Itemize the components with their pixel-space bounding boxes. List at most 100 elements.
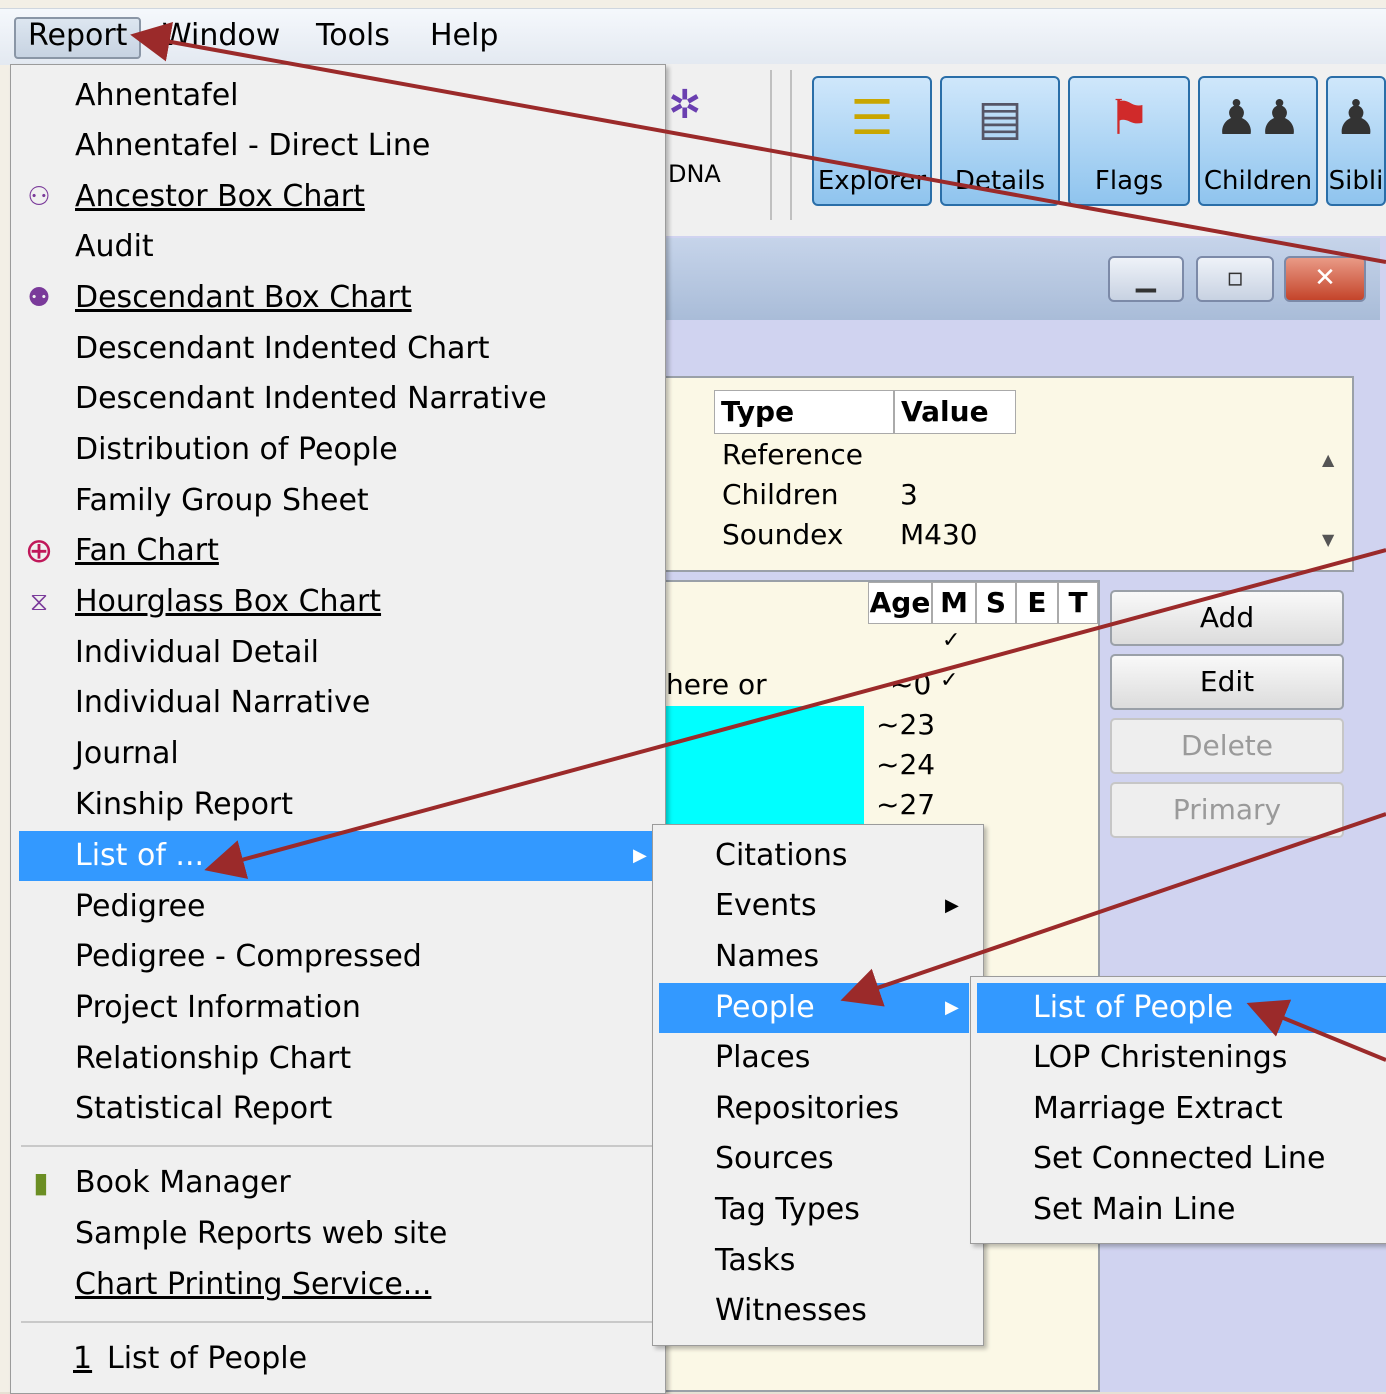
menu-item-book-manager[interactable]: ▮ Book Manager (11, 1158, 665, 1208)
add-button[interactable]: Add (1110, 590, 1344, 646)
menu-item-pedigree[interactable]: Pedigree (11, 882, 665, 932)
scroll-down-icon[interactable]: ▼ (1322, 530, 1334, 549)
submenu-item-label: Witnesses (715, 1293, 867, 1328)
menu-item-descendant-indented-narrative[interactable]: Descendant Indented Narrative (11, 374, 665, 424)
menu-item-individual-narrative[interactable]: Individual Narrative (11, 678, 665, 728)
menu-report[interactable]: Report (14, 17, 142, 59)
menu-item-label: Relationship Chart (75, 1041, 352, 1076)
menu-item-label: List of People (107, 1341, 308, 1376)
scroll-up-icon[interactable]: ▲ (1322, 450, 1334, 469)
people-submenu: List of People LOP Christenings Marriage… (970, 976, 1386, 1244)
menu-item-label: Audit (75, 229, 154, 264)
menu-item-label: Ahnentafel - Direct Line (75, 128, 431, 163)
menu-window[interactable]: Window (150, 17, 292, 55)
details-button[interactable]: ▤ Details (940, 76, 1060, 206)
menu-item-chart-printing-service[interactable]: Chart Printing Service... (11, 1260, 665, 1310)
menu-item-journal[interactable]: Journal (11, 729, 665, 779)
menu-item-label: Descendant Indented Narrative (75, 381, 547, 416)
menu-item-label: Book Manager (75, 1165, 291, 1200)
events-header-m[interactable]: M (932, 582, 976, 624)
explorer-label: Explorer (817, 166, 927, 196)
delete-button[interactable]: Delete (1110, 718, 1344, 774)
event-check: ✓ (942, 628, 961, 653)
dna-icon[interactable]: ✲ (668, 82, 702, 128)
submenu-item-label: People (715, 990, 815, 1025)
menu-item-label: Descendant Box Chart (75, 280, 412, 315)
menu-item-label: Distribution of People (75, 432, 398, 467)
submenu-item-label: Marriage Extract (1033, 1091, 1283, 1126)
submenu-item-witnesses[interactable]: Witnesses (653, 1286, 983, 1336)
events-header-s[interactable]: S (976, 582, 1016, 624)
menu-bar: Report Window Tools Help (0, 8, 1386, 65)
submenu-item-lop-christenings[interactable]: LOP Christenings (971, 1033, 1386, 1083)
menu-item-ahnentafel[interactable]: Ahnentafel (11, 71, 665, 121)
menu-item-kinship-report[interactable]: Kinship Report (11, 780, 665, 830)
menu-tools[interactable]: Tools (304, 17, 402, 55)
explorer-button[interactable]: ☰ Explorer (812, 76, 932, 206)
submenu-item-list-of-people[interactable]: List of People (977, 983, 1386, 1033)
children-button[interactable]: ♟♟ Children (1198, 76, 1318, 206)
events-header-e[interactable]: E (1016, 582, 1058, 624)
primary-button[interactable]: Primary (1110, 782, 1344, 838)
dna-label: DNA (668, 160, 721, 188)
menu-item-project-information[interactable]: Project Information (11, 983, 665, 1033)
menu-item-descendant-indented-chart[interactable]: Descendant Indented Chart (11, 324, 665, 374)
submenu-item-marriage-extract[interactable]: Marriage Extract (971, 1084, 1386, 1134)
submenu-item-places[interactable]: Places (653, 1033, 983, 1083)
event-age: ~24 (876, 748, 936, 781)
menu-item-descendant-box-chart[interactable]: ⚉ Descendant Box Chart (11, 273, 665, 323)
submenu-item-tasks[interactable]: Tasks (653, 1236, 983, 1286)
restore-button[interactable]: ▫ (1196, 256, 1274, 302)
submenu-item-label: Names (715, 939, 820, 974)
close-button[interactable]: ✕ (1284, 256, 1366, 302)
info-cell: Reference (722, 438, 863, 471)
submenu-item-names[interactable]: Names (653, 932, 983, 982)
menu-separator (21, 1145, 655, 1147)
submenu-item-people[interactable]: People ▶ (659, 983, 969, 1033)
flags-button[interactable]: ⚑ Flags (1068, 76, 1190, 206)
menu-item-label: Project Information (75, 990, 361, 1025)
menu-item-relationship-chart[interactable]: Relationship Chart (11, 1034, 665, 1084)
menu-item-label: List of ... (75, 838, 205, 873)
event-age: ~27 (876, 788, 936, 821)
menu-item-sample-reports[interactable]: Sample Reports web site (11, 1209, 665, 1259)
submenu-item-set-connected-line[interactable]: Set Connected Line (971, 1134, 1386, 1184)
menu-item-distribution-of-people[interactable]: Distribution of People (11, 425, 665, 475)
siblings-button[interactable]: ♟ Sibli (1326, 76, 1386, 206)
submenu-item-set-main-line[interactable]: Set Main Line (971, 1185, 1386, 1235)
submenu-item-label: Sources (715, 1141, 834, 1176)
details-icon: ▤ (977, 90, 1023, 146)
menu-item-audit[interactable]: Audit (11, 222, 665, 272)
menu-item-hourglass-box-chart[interactable]: ⧖ Hourglass Box Chart (11, 577, 665, 627)
recent-number: 1 (73, 1341, 93, 1376)
submenu-item-events[interactable]: Events ▶ (653, 881, 983, 931)
events-header-age[interactable]: Age (868, 582, 932, 624)
events-header-t[interactable]: T (1058, 582, 1098, 624)
menu-item-ancestor-box-chart[interactable]: ⚇ Ancestor Box Chart (11, 172, 665, 222)
menu-item-fan-chart[interactable]: ⊕ Fan Chart (11, 526, 665, 576)
list-of-submenu: Citations Events ▶ Names People ▶ Places… (652, 824, 984, 1346)
menu-item-label: Statistical Report (75, 1091, 333, 1126)
menu-help[interactable]: Help (418, 17, 510, 55)
menu-item-individual-detail[interactable]: Individual Detail (11, 628, 665, 678)
submenu-item-citations[interactable]: Citations (653, 831, 983, 881)
menu-item-ahnentafel-direct-line[interactable]: Ahnentafel - Direct Line (11, 121, 665, 171)
menu-item-statistical-report[interactable]: Statistical Report (11, 1084, 665, 1134)
menu-item-label: Individual Narrative (75, 685, 371, 720)
menu-item-family-group-sheet[interactable]: Family Group Sheet (11, 476, 665, 526)
menu-item-recent-list-of-people[interactable]: 1 List of People (11, 1334, 665, 1384)
menu-item-label: Ahnentafel (75, 78, 239, 113)
report-menu: Ahnentafel Ahnentafel - Direct Line ⚇ An… (10, 64, 666, 1394)
selected-event-cell[interactable] (666, 706, 864, 826)
children-icon: ♟♟ (1214, 90, 1302, 146)
info-header-value[interactable]: Value (894, 390, 1016, 434)
menu-item-list-of[interactable]: List of ... ▶ (19, 831, 665, 881)
submenu-item-sources[interactable]: Sources (653, 1134, 983, 1184)
edit-button[interactable]: Edit (1110, 654, 1344, 710)
menu-item-pedigree-compressed[interactable]: Pedigree - Compressed (11, 932, 665, 982)
minimize-button[interactable]: ▁ (1108, 256, 1184, 302)
info-header-type[interactable]: Type (714, 390, 894, 434)
info-cell: M430 (900, 518, 978, 551)
submenu-item-tag-types[interactable]: Tag Types (653, 1185, 983, 1235)
submenu-item-repositories[interactable]: Repositories (653, 1084, 983, 1134)
